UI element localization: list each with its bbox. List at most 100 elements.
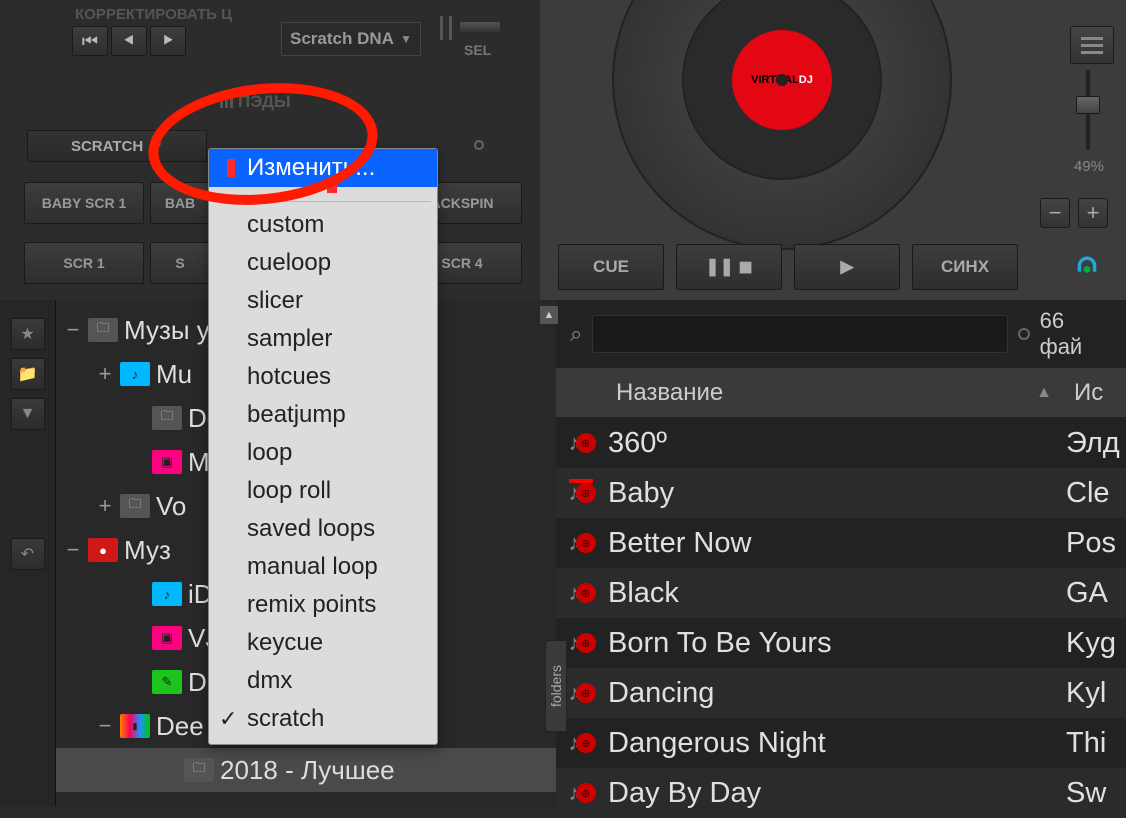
online-globe-icon: ⊕ (576, 483, 596, 503)
pad-mode-value: SCRATCH (71, 138, 143, 155)
tree-node[interactable]: 🗀2018 - Лучшее (56, 748, 556, 792)
track-list: ♪⊕360ºЭлд♪⊕BabyCle♪⊕Better NowPos♪⊕Black… (556, 418, 1126, 818)
folders-tab[interactable]: folders (545, 640, 567, 732)
scroll-up-button[interactable]: ▲ (540, 306, 558, 324)
menu-item-hotcues[interactable]: hotcues (209, 358, 437, 396)
tempo-minus-button[interactable]: − (1040, 198, 1070, 228)
menu-item-label: Изменить... (247, 154, 375, 182)
deck-menu-button[interactable] (1070, 26, 1114, 64)
pad-scr-1[interactable]: SCR 1 (24, 242, 144, 284)
sync-button[interactable]: СИНХ (912, 244, 1018, 290)
search-options-dot[interactable] (1018, 328, 1030, 340)
pad-2[interactable]: BAB (150, 182, 210, 224)
track-artist: Элд (1066, 427, 1126, 460)
menu-item-label: loop roll (247, 477, 331, 505)
tempo-plus-button[interactable]: + (1078, 198, 1108, 228)
right-deck-panel: VIRTUALDJ 49% − + CUE ❚❚ ◼ ▶ СИНХ (540, 0, 1126, 300)
chart-folder-icon: ▮ (120, 714, 150, 738)
menu-item-manual-loop[interactable]: manual loop (209, 548, 437, 586)
track-status-icon: ♪⊕ (556, 530, 608, 556)
folder-add-icon[interactable]: 📁 (11, 358, 45, 390)
sel-slider[interactable] (460, 22, 500, 32)
cue-button[interactable]: CUE (558, 244, 664, 290)
expand-icon[interactable]: + (96, 493, 114, 519)
col-title[interactable]: Название (608, 379, 1036, 407)
search-icon: ⌕ (570, 321, 582, 347)
menu-item-loop-roll[interactable]: loop roll (209, 472, 437, 510)
track-row[interactable]: ♪⊕Better NowPos (556, 518, 1126, 568)
collapse-icon[interactable]: − (64, 317, 82, 343)
folder-folder-icon: 🗀 (184, 758, 214, 782)
col-artist[interactable]: Ис (1066, 379, 1126, 407)
menu-item-изменить---[interactable]: Изменить... (209, 149, 437, 187)
prev-button[interactable]: ⯇ (111, 26, 147, 56)
pause-stop-button[interactable]: ❚❚ ◼ (676, 244, 782, 290)
tree-node-label: Mu (156, 359, 192, 390)
track-row[interactable]: ♪⊕Day By DaySw (556, 768, 1126, 818)
tree-node-label: 2018 - Лучшее (220, 755, 395, 786)
menu-item-keycue[interactable]: keycue (209, 624, 437, 662)
track-title: 360º (608, 427, 1066, 460)
pad-baby-scr-1[interactable]: BABY SCR 1 (24, 182, 144, 224)
spindle-hole-icon (776, 74, 788, 86)
track-title: Born To Be Yours (608, 627, 1066, 660)
menu-item-dmx[interactable]: dmx (209, 662, 437, 700)
menu-item-beatjump[interactable]: beatjump (209, 396, 437, 434)
track-status-icon: ♪⊕ (556, 580, 608, 606)
pad-6[interactable]: S (150, 242, 210, 284)
pad-mode-context-menu: Изменить... customcueloopslicer sampler hot… (208, 148, 438, 745)
track-row[interactable]: ♪⊕360ºЭлд (556, 418, 1126, 468)
undo-icon[interactable]: ↶ (11, 538, 45, 570)
menu-item-sampler[interactable]: sampler (209, 320, 437, 358)
track-row[interactable]: ♪⊕Born To Be YoursKyg (556, 618, 1126, 668)
play-button[interactable]: ▶ (794, 244, 900, 290)
pad-mode-select[interactable]: SCRATCH ▼ (27, 130, 207, 162)
expand-icon[interactable]: + (96, 361, 114, 387)
track-row[interactable]: ♪⊕BabyCle (556, 468, 1126, 518)
search-bar: ⌕ 66 фай (556, 300, 1126, 368)
track-row[interactable]: ♪⊕Dangerous NightThi (556, 718, 1126, 768)
track-artist: Pos (1066, 527, 1126, 560)
sel-label: SEL (464, 42, 491, 58)
favorite-add-icon[interactable]: ★ (11, 318, 45, 350)
track-title: Black (608, 577, 1066, 610)
collapse-icon[interactable]: − (96, 713, 114, 739)
next-button[interactable]: ⯈ (150, 26, 186, 56)
tree-node-label: Vo (156, 491, 186, 522)
pads-label: ПЭДЫ (238, 92, 291, 112)
menu-item-slicer[interactable]: slicer (209, 282, 437, 320)
menu-item-cueloop[interactable]: cueloop (209, 244, 437, 282)
track-title: Baby (608, 477, 1066, 510)
track-row[interactable]: ♪⊕BlackGA (556, 568, 1126, 618)
track-status-icon: ♪⊕ (556, 430, 608, 456)
track-row[interactable]: ♪⊕DancingKyl (556, 668, 1126, 718)
menu-item-label: hotcues (247, 363, 331, 391)
menu-item-loop[interactable]: loop (209, 434, 437, 472)
chevron-down-icon: ▼ (400, 32, 412, 46)
search-input[interactable] (592, 315, 1007, 353)
track-artist: Cle (1066, 477, 1126, 510)
menu-item-saved-loops[interactable]: saved loops (209, 510, 437, 548)
red-marker-icon (227, 159, 235, 177)
online-globe-icon: ⊕ (576, 633, 596, 653)
track-artist: Kyg (1066, 627, 1126, 660)
menu-item-label: sampler (247, 325, 332, 353)
tempo-slider-handle[interactable] (1076, 96, 1100, 114)
pink-folder-icon: ▣ (152, 450, 182, 474)
menu-item-custom[interactable]: custom (209, 206, 437, 244)
check-icon: ✓ (219, 706, 237, 732)
track-title: Better Now (608, 527, 1066, 560)
filter-icon[interactable]: ▼ (11, 398, 45, 430)
scratch-dna-select[interactable]: Scratch DNA ▼ (281, 22, 421, 56)
green-folder-icon: ✎ (152, 670, 182, 694)
blue-folder-icon: ♪ (120, 362, 150, 386)
track-status-icon: ♪⊕ (556, 780, 608, 806)
collapse-icon[interactable]: − (64, 537, 82, 563)
menu-item-scratch[interactable]: ✓scratch (209, 700, 437, 738)
param-dot[interactable] (474, 140, 484, 150)
jog-wheel[interactable]: VIRTUALDJ (612, 0, 952, 250)
track-list-panel: ⌕ 66 фай Название ▲ Ис ♪⊕360ºЭлд♪⊕BabyCl… (556, 300, 1126, 806)
rewind-button[interactable]: ⏮ (72, 26, 108, 56)
menu-item-remix-points[interactable]: remix points (209, 586, 437, 624)
headphone-cue-icon[interactable] (1072, 252, 1102, 282)
